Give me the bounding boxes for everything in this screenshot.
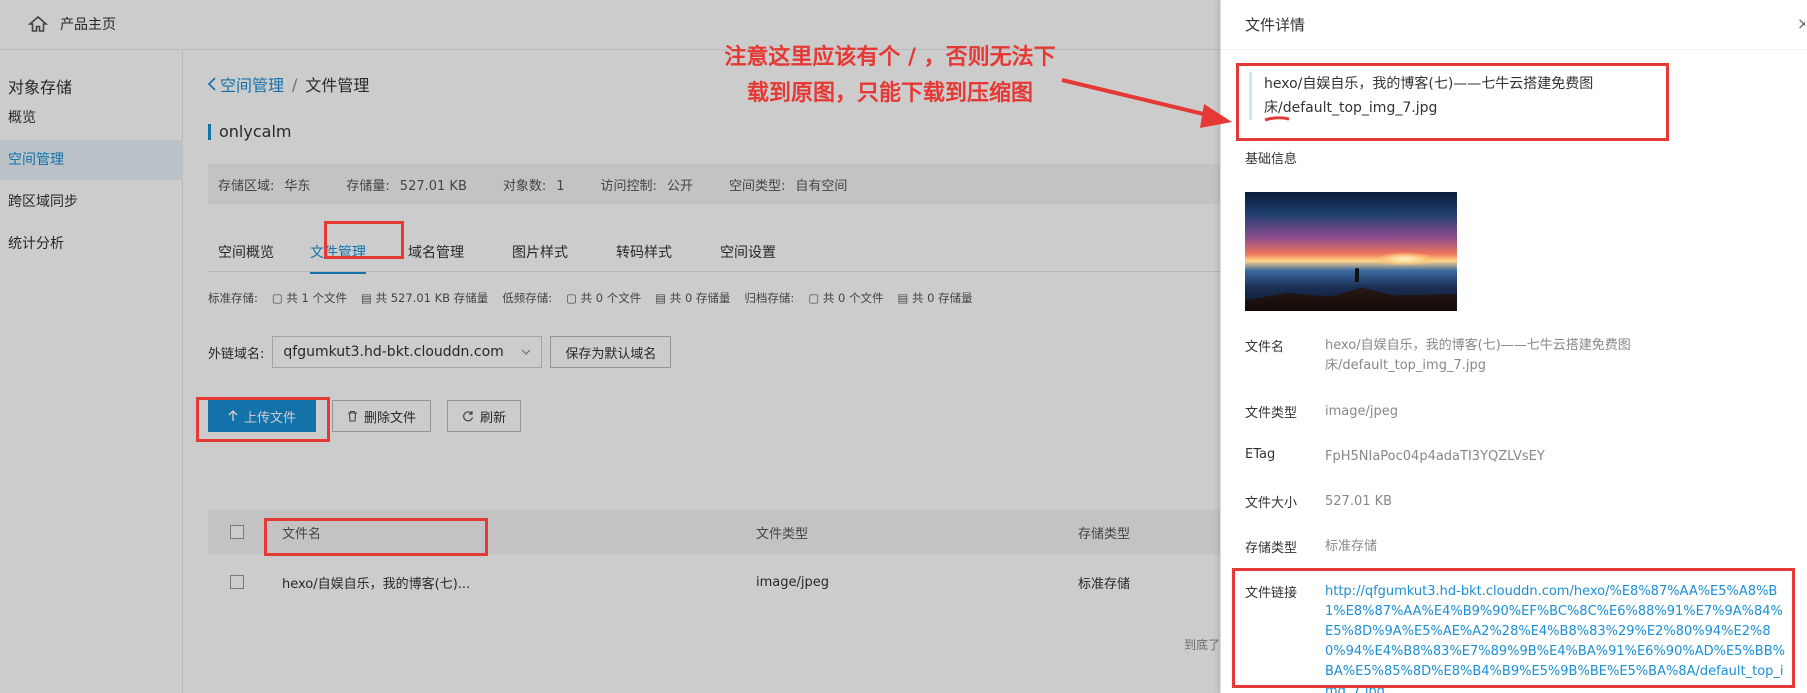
drawer-title: 文件详情 [1245, 16, 1306, 34]
preview-rock [1245, 287, 1457, 311]
field-file-name: 文件名 hexo/自娱自乐，我的博客(七)——七牛云搭建免费图床/default… [1245, 336, 1745, 376]
annotation-underline [1264, 116, 1290, 122]
preview-figure [1355, 268, 1359, 282]
field-file-type: 文件类型 image/jpeg [1245, 402, 1655, 422]
drawer-header: 文件详情 [1221, 0, 1807, 50]
field-etag: ETag FpH5NIaPoc04p4adaTI3YQZLVsEY [1245, 447, 1655, 467]
storage-type-value: 标准存储 [1325, 539, 1378, 554]
etag-key: ETag [1245, 447, 1276, 462]
preview-sun [1375, 252, 1435, 266]
annotation-note-line-1: 注意这里应该有个 / ，否则无法下 [724, 45, 1056, 70]
basic-info-title: 基础信息 [1245, 152, 1298, 167]
file-type-value: image/jpeg [1325, 404, 1398, 419]
file-name-key: 文件名 [1245, 340, 1285, 355]
file-size-value: 527.01 KB [1325, 494, 1393, 509]
annotation-note: 注意这里应该有个 / ，否则无法下 载到原图，只能下载到压缩图 [700, 40, 1080, 112]
annotation-box-filename [264, 518, 488, 556]
annotation-note-line-2: 载到原图，只能下载到压缩图 [746, 81, 1033, 106]
annotation-box-tab [324, 221, 404, 259]
storage-type-key: 存储类型 [1245, 541, 1298, 556]
annotation-box-upload [196, 397, 330, 442]
etag-value: FpH5NIaPoc04p4adaTI3YQZLVsEY [1325, 449, 1545, 464]
close-icon[interactable]: × [1797, 14, 1805, 33]
field-storage-type: 存储类型 标准存储 [1245, 537, 1655, 557]
annotation-box-link [1232, 568, 1795, 688]
file-size-key: 文件大小 [1245, 496, 1298, 511]
image-preview[interactable] [1245, 192, 1457, 311]
file-name-value: hexo/自娱自乐，我的博客(七)——七牛云搭建免费图床/default_top… [1325, 338, 1631, 373]
annotation-arrow [1061, 78, 1232, 128]
file-type-key: 文件类型 [1245, 406, 1298, 421]
annotation-box-path [1236, 63, 1669, 141]
field-file-size: 文件大小 527.01 KB [1245, 492, 1655, 512]
